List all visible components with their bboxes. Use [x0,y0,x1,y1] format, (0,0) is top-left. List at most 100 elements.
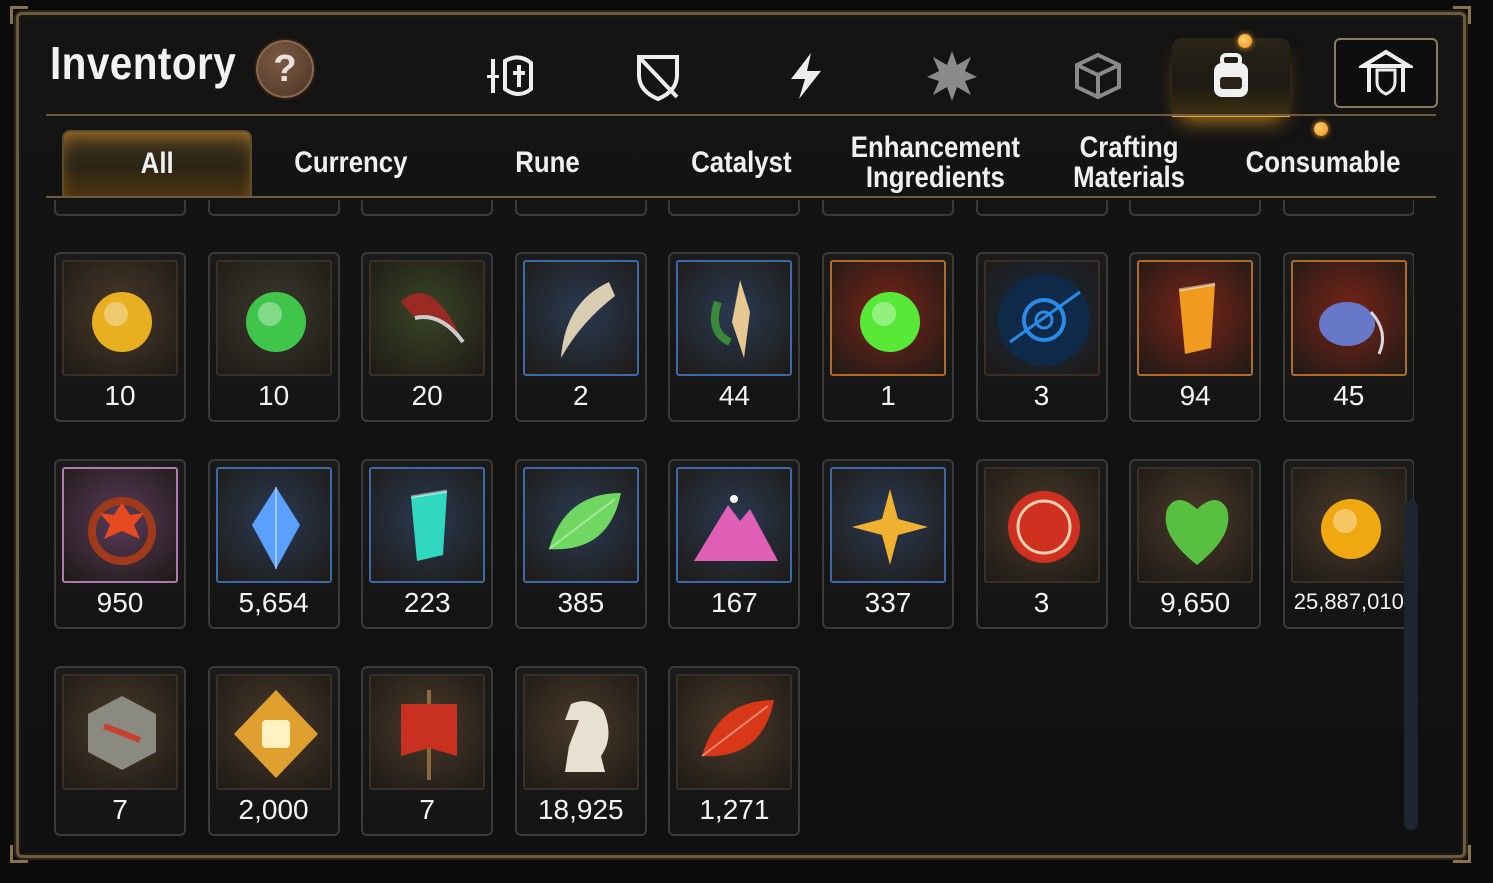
item-quantity: 3 [1033,587,1050,618]
blue-rune-orb-icon [983,260,1100,376]
tab-effects[interactable] [894,38,1010,114]
item-quantity: 25,887,010 [1293,589,1404,614]
item-quantity: 5,654 [238,587,309,618]
flower-ring-icon [62,467,178,583]
root-herb-icon [676,260,793,376]
inventory-item-slot[interactable] [975,200,1108,216]
war-banner-icon [369,674,486,790]
inventory-item-slot[interactable]: 2 [514,252,647,422]
inventory-item-slot[interactable] [207,200,340,216]
cube-icon [1075,52,1121,100]
notification-dot [1314,122,1328,136]
inventory-item-slot[interactable] [54,200,186,216]
tab-guild[interactable] [1334,38,1438,108]
inventory-item-slot[interactable]: 20 [361,252,494,422]
inventory-item-slot[interactable]: 167 [668,459,801,629]
frame-corner [10,845,28,863]
inventory-item-slot[interactable]: 44 [668,252,801,422]
item-quantity: 1 [880,380,896,411]
inventory-item-slot[interactable] [822,200,954,216]
inventory-item-slot[interactable] [1129,200,1262,216]
subtab-crafting-materials[interactable]: Crafting Materials [1034,130,1224,196]
green-orb-icon [830,260,946,376]
inventory-item-slot[interactable]: 94 [1129,252,1262,422]
inventory-item-slot[interactable]: 7 [54,666,186,836]
inventory-item-slot[interactable] [514,200,647,216]
inventory-item-slot[interactable]: 10 [207,252,340,422]
guild-hall-icon [1359,49,1413,96]
item-quantity: 337 [864,587,912,618]
inventory-item-slot[interactable]: 25,887,010 [1282,459,1414,629]
inventory-item-slot[interactable]: 337 [822,459,954,629]
knight-helmet-icon [487,55,533,96]
tab-materials[interactable] [1040,38,1156,114]
frame-corner [10,6,28,24]
frame-corner [1453,845,1471,863]
inventory-item-slot[interactable] [361,200,494,216]
inventory-item-slot[interactable]: 3 [975,252,1108,422]
inventory-item-slot[interactable]: 3 [975,459,1108,629]
splash-emblem-icon [927,51,977,101]
inventory-item-slot[interactable]: 1 [822,252,954,422]
inventory-item-slot[interactable]: 2,000 [207,666,340,836]
fire-crystal-icon [1137,260,1254,376]
subtab-all[interactable]: All [62,130,252,196]
notification-dot [1238,34,1252,48]
item-quantity: 1,271 [699,794,770,825]
item-quantity: 223 [403,587,451,618]
inventory-item-slot[interactable]: 385 [514,459,647,629]
red-seal-icon [983,467,1100,583]
pink-ore-icon [676,467,793,583]
chess-knight-icon [522,674,639,790]
subtab-catalyst[interactable]: Catalyst [646,130,836,196]
item-quantity: 2,000 [238,794,309,825]
item-quantity: 45 [1333,380,1365,411]
inventory-item-slot[interactable]: 223 [361,459,494,629]
item-quantity: 385 [557,587,605,618]
divider [46,114,1436,116]
lightning-icon [791,53,821,99]
green-gem-icon [215,260,332,376]
inventory-item-slot[interactable]: 1,271 [668,666,801,836]
subtab-currency[interactable]: Currency [256,130,446,196]
yellow-gem-icon [62,260,178,376]
inventory-item-slot[interactable] [668,200,801,216]
item-quantity: 3 [1033,380,1050,411]
tab-armor[interactable] [600,38,716,114]
item-quantity: 44 [718,380,750,411]
subtab-rune[interactable]: Rune [452,130,642,196]
item-grid: 10 10 20 2 44 1 3 94 45 950 5,654 223 385 167 337 3 9,65… [54,200,1414,840]
subtab-consumable[interactable]: Consumable [1228,130,1418,196]
item-quantity: 20 [411,380,443,411]
frame-corner [1453,6,1471,24]
item-quantity: 94 [1179,380,1211,411]
inventory-item-slot[interactable]: 18,925 [514,666,647,836]
item-quantity: 10 [258,380,290,411]
inventory-item-slot[interactable]: 7 [361,666,494,836]
red-leaf-icon [676,674,793,790]
help-button[interactable]: ? [254,38,316,100]
item-quantity: 9,650 [1160,587,1231,618]
inventory-item-slot[interactable]: 45 [1282,252,1414,422]
scrollbar[interactable] [1404,500,1418,830]
blue-diamond-icon [215,467,332,583]
inventory-item-slot[interactable]: 10 [54,252,186,422]
inventory-item-slot[interactable] [1282,200,1414,216]
stone-pendant-icon [1290,260,1407,376]
inventory-item-slot[interactable]: 950 [54,459,186,629]
item-quantity: 10 [104,380,136,411]
tab-skills[interactable] [748,38,864,114]
fist-emblem-icon [215,674,332,790]
inventory-item-slot[interactable]: 9,650 [1129,459,1262,629]
inventory-item-slot[interactable]: 5,654 [207,459,340,629]
leaf-icon [522,467,639,583]
tab-inventory[interactable] [1172,38,1290,117]
claw-icon [369,260,486,376]
item-quantity: 950 [96,587,144,618]
item-quantity: 167 [711,587,758,618]
item-quantity: 7 [112,794,128,825]
tab-equipment[interactable] [452,38,568,114]
compass-stone-icon [62,674,178,790]
subtab-enhancement-ingredients[interactable]: Enhancement Ingredients [840,130,1030,196]
divider [46,196,1436,198]
